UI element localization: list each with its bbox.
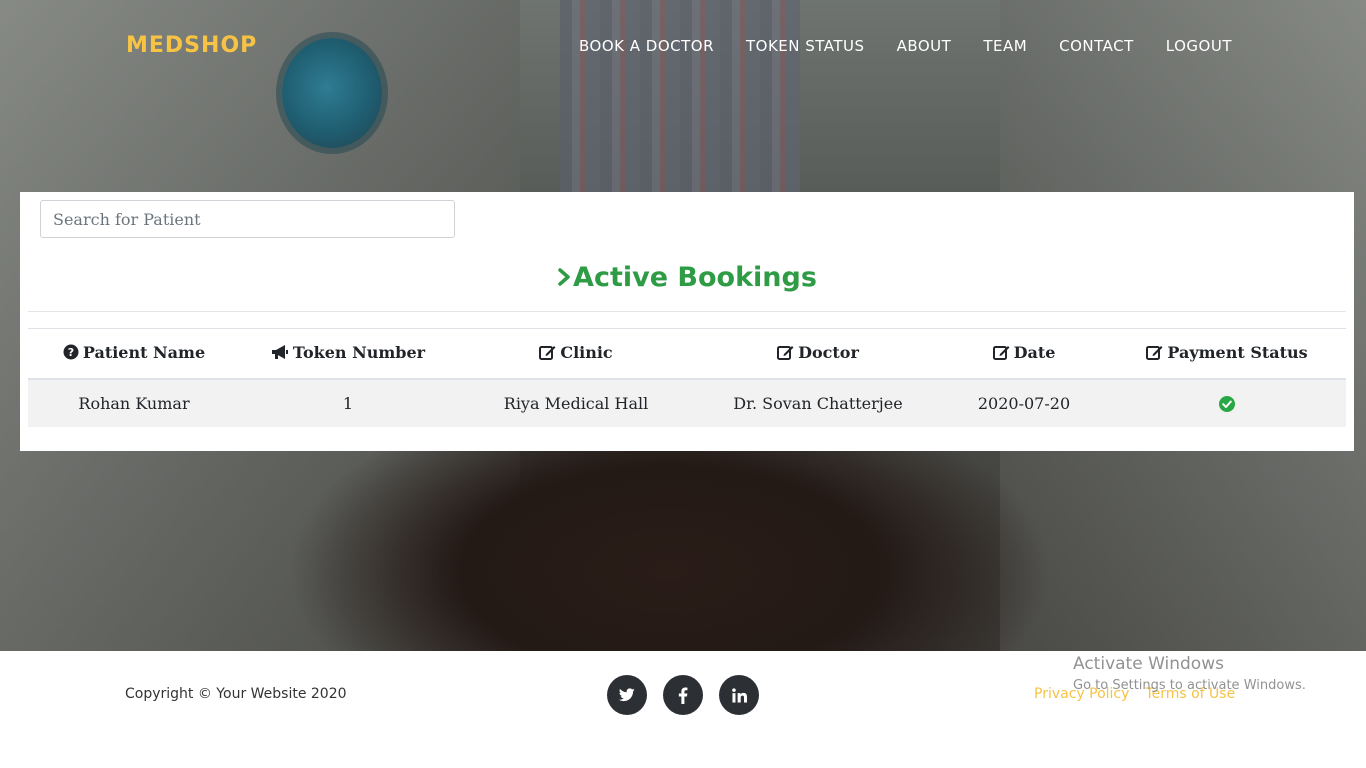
nav-token-status[interactable]: TOKEN STATUS — [746, 37, 865, 55]
table-row: Rohan Kumar 1 Riya Medical Hall Dr. Sova… — [28, 378, 1346, 427]
search-input[interactable] — [40, 200, 455, 238]
watermark-subtitle: Go to Settings to activate Windows. — [1073, 678, 1306, 693]
divider — [28, 311, 1346, 312]
chevron-right-icon — [557, 262, 571, 293]
bullhorn-icon — [271, 344, 289, 364]
cell-date: 2020-07-20 — [940, 378, 1108, 427]
edit-icon — [777, 344, 794, 364]
cell-clinic: Riya Medical Hall — [456, 378, 696, 427]
brand-logo[interactable]: MEDSHOP — [126, 33, 257, 58]
table-header-row: ? Patient Name Token Number Clinic Docto… — [28, 328, 1346, 380]
section-title-text: Active Bookings — [573, 262, 817, 293]
footer: Copyright © Your Website 2020 Privacy Po… — [0, 651, 1366, 768]
nav-about[interactable]: ABOUT — [897, 37, 952, 55]
navbar: MEDSHOP BOOK A DOCTOR TOKEN STATUS ABOUT… — [0, 0, 1366, 92]
windows-activation-watermark: Activate Windows Go to Settings to activ… — [1073, 654, 1306, 693]
linkedin-icon[interactable] — [719, 675, 759, 715]
bookings-panel: Active Bookings ? Patient Name Token Num… — [20, 192, 1354, 451]
column-label: Clinic — [560, 342, 613, 362]
edit-icon — [992, 344, 1010, 364]
hands-decoration — [290, 451, 1050, 651]
cell-patient-name: Rohan Kumar — [28, 378, 240, 427]
cell-doctor: Dr. Sovan Chatterjee — [696, 378, 940, 427]
facebook-icon[interactable] — [663, 675, 703, 715]
column-label: Doctor — [798, 342, 859, 362]
bookings-table: ? Patient Name Token Number Clinic Docto… — [28, 328, 1346, 427]
edit-icon — [539, 344, 556, 364]
social-links — [607, 675, 759, 715]
column-token-number: Token Number — [240, 328, 456, 380]
column-patient-name: ? Patient Name — [28, 328, 240, 380]
column-doctor: Doctor — [696, 328, 940, 380]
nav-logout[interactable]: LOGOUT — [1166, 37, 1232, 55]
column-label: Patient Name — [82, 342, 206, 362]
nav-contact[interactable]: CONTACT — [1059, 37, 1134, 55]
edit-icon — [1146, 344, 1163, 364]
column-label: Payment Status — [1167, 342, 1308, 362]
nav-links: BOOK A DOCTOR TOKEN STATUS ABOUT TEAM CO… — [579, 37, 1232, 55]
nav-book-a-doctor[interactable]: BOOK A DOCTOR — [579, 37, 714, 55]
check-circle-icon — [1219, 394, 1235, 413]
twitter-icon[interactable] — [607, 675, 647, 715]
column-clinic: Clinic — [456, 328, 696, 380]
nav-team[interactable]: TEAM — [983, 37, 1027, 55]
cell-payment-status — [1108, 378, 1346, 427]
copyright-text: Copyright © Your Website 2020 — [125, 686, 347, 702]
column-label: Date — [1013, 342, 1056, 362]
watermark-title: Activate Windows — [1073, 654, 1224, 674]
column-payment-status: Payment Status — [1108, 328, 1346, 380]
section-title: Active Bookings — [20, 262, 1354, 293]
svg-text:?: ? — [68, 346, 74, 359]
column-date: Date — [940, 328, 1108, 380]
question-circle-icon: ? — [63, 344, 79, 364]
cell-token-number: 1 — [240, 378, 456, 427]
column-label: Token Number — [292, 342, 426, 362]
